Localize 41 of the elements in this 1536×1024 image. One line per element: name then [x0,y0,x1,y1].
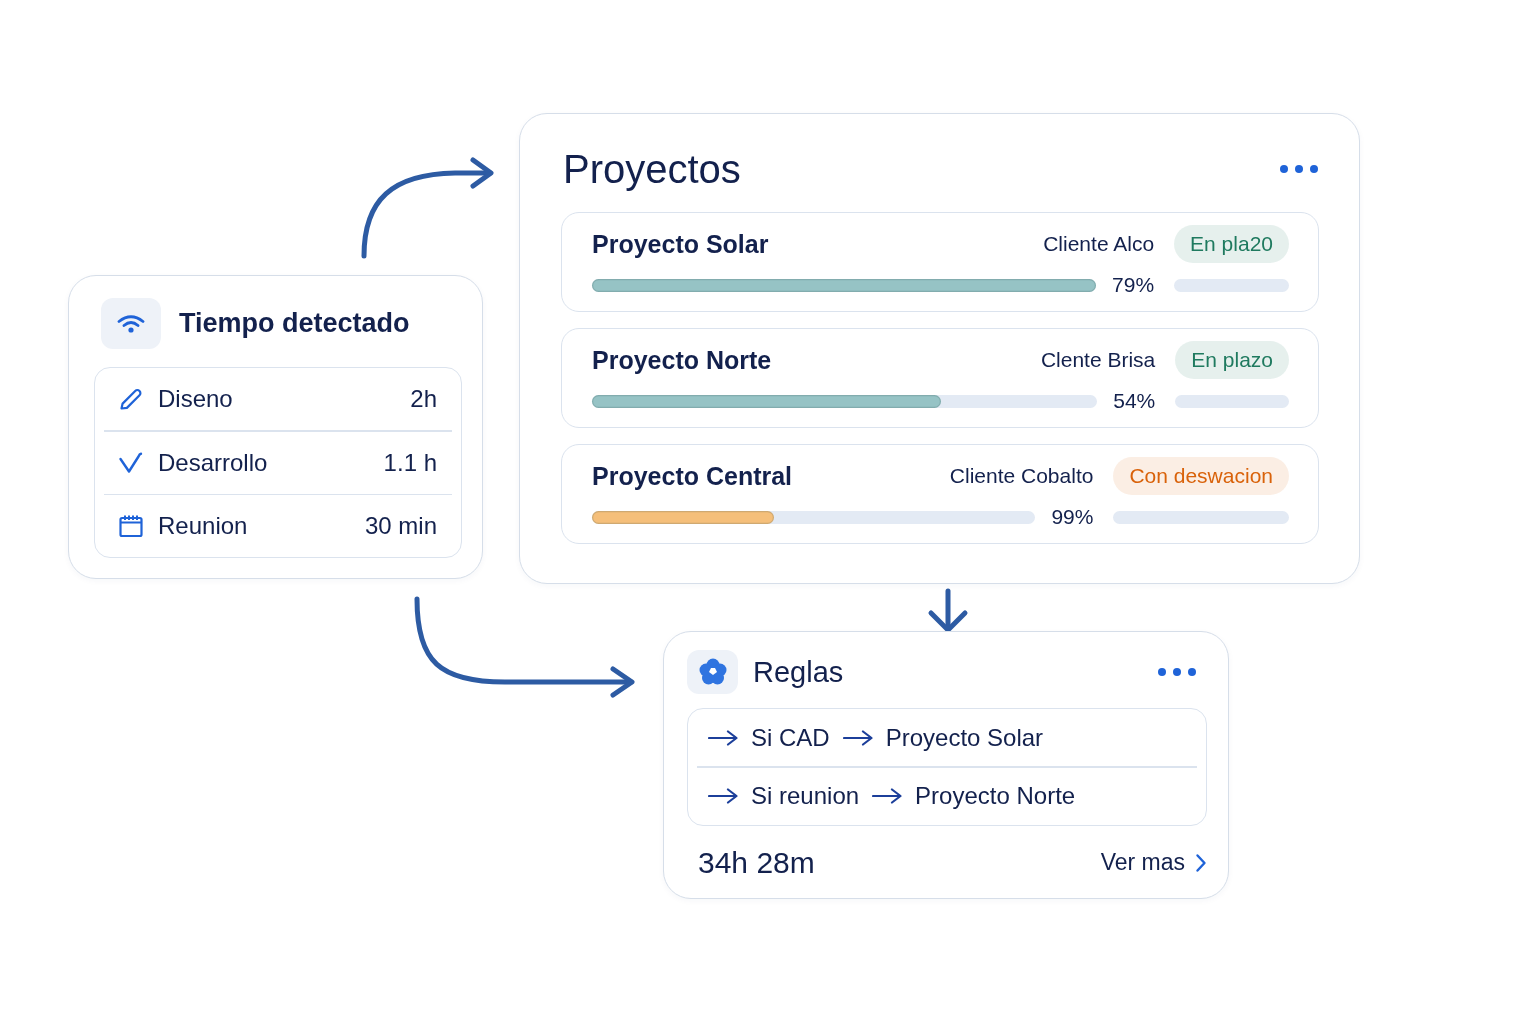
entry-label: Reunion [158,512,249,540]
project-name: Proyecto Norte [592,345,773,375]
rule-target: Proyecto Solar [885,723,1044,752]
client-name: Clente Brisa [1040,348,1156,372]
project-name: Proyecto Solar [592,229,770,259]
project-card[interactable]: Proyecto Solar Cliente Alco En pla20 79% [561,212,1319,312]
arrow-right-icon [708,729,738,746]
wifi-icon [101,298,161,349]
status-badge: En plazo [1175,341,1289,379]
chevron-right-icon [1195,852,1207,873]
status-badge: En pla20 [1174,225,1289,263]
project-name: Proyecto Central [592,461,794,491]
more-icon[interactable] [1279,164,1319,174]
project-card[interactable]: Proyecto Central Cliente Cobalto Con deswacion 99% [561,444,1319,544]
entry-duration: 30 min [364,512,437,540]
flower-icon [687,650,738,694]
rule-condition: Si reunion [751,782,860,810]
entry-label: Desarrollo [158,448,269,477]
client-name: Cliente Alco [1043,232,1155,256]
status-badge: Con deswacion [1113,457,1289,495]
progress-percent: 54% [1113,389,1156,413]
entry-label: Diseno [158,385,234,413]
entry-duration: 2h [410,385,437,413]
card-title: Tiempo detectado [179,308,410,339]
rule-target: Proyecto Norte [915,782,1076,810]
pencil-icon [118,386,144,412]
arrow-right-icon [872,788,903,804]
see-more-link[interactable]: Ver mas [1100,849,1207,876]
project-card[interactable]: Proyecto Norte Clente Brisa En plazo 54% [561,328,1319,428]
more-icon[interactable] [1157,667,1197,677]
card-title: Proyectos [563,146,741,192]
card-title: Reglas [753,655,845,689]
total-time: 34h 28m [698,845,815,880]
calendar-icon [118,513,144,539]
arrow-right-icon [842,729,873,746]
progress-percent: 79% [1112,273,1155,297]
rule-condition: Si CAD [751,723,830,752]
entry-duration: 1.1 h [383,448,437,477]
arrow-right-icon [708,788,738,804]
progress-percent: 99% [1051,505,1094,529]
client-name: Cliente Cobalto [949,464,1094,488]
